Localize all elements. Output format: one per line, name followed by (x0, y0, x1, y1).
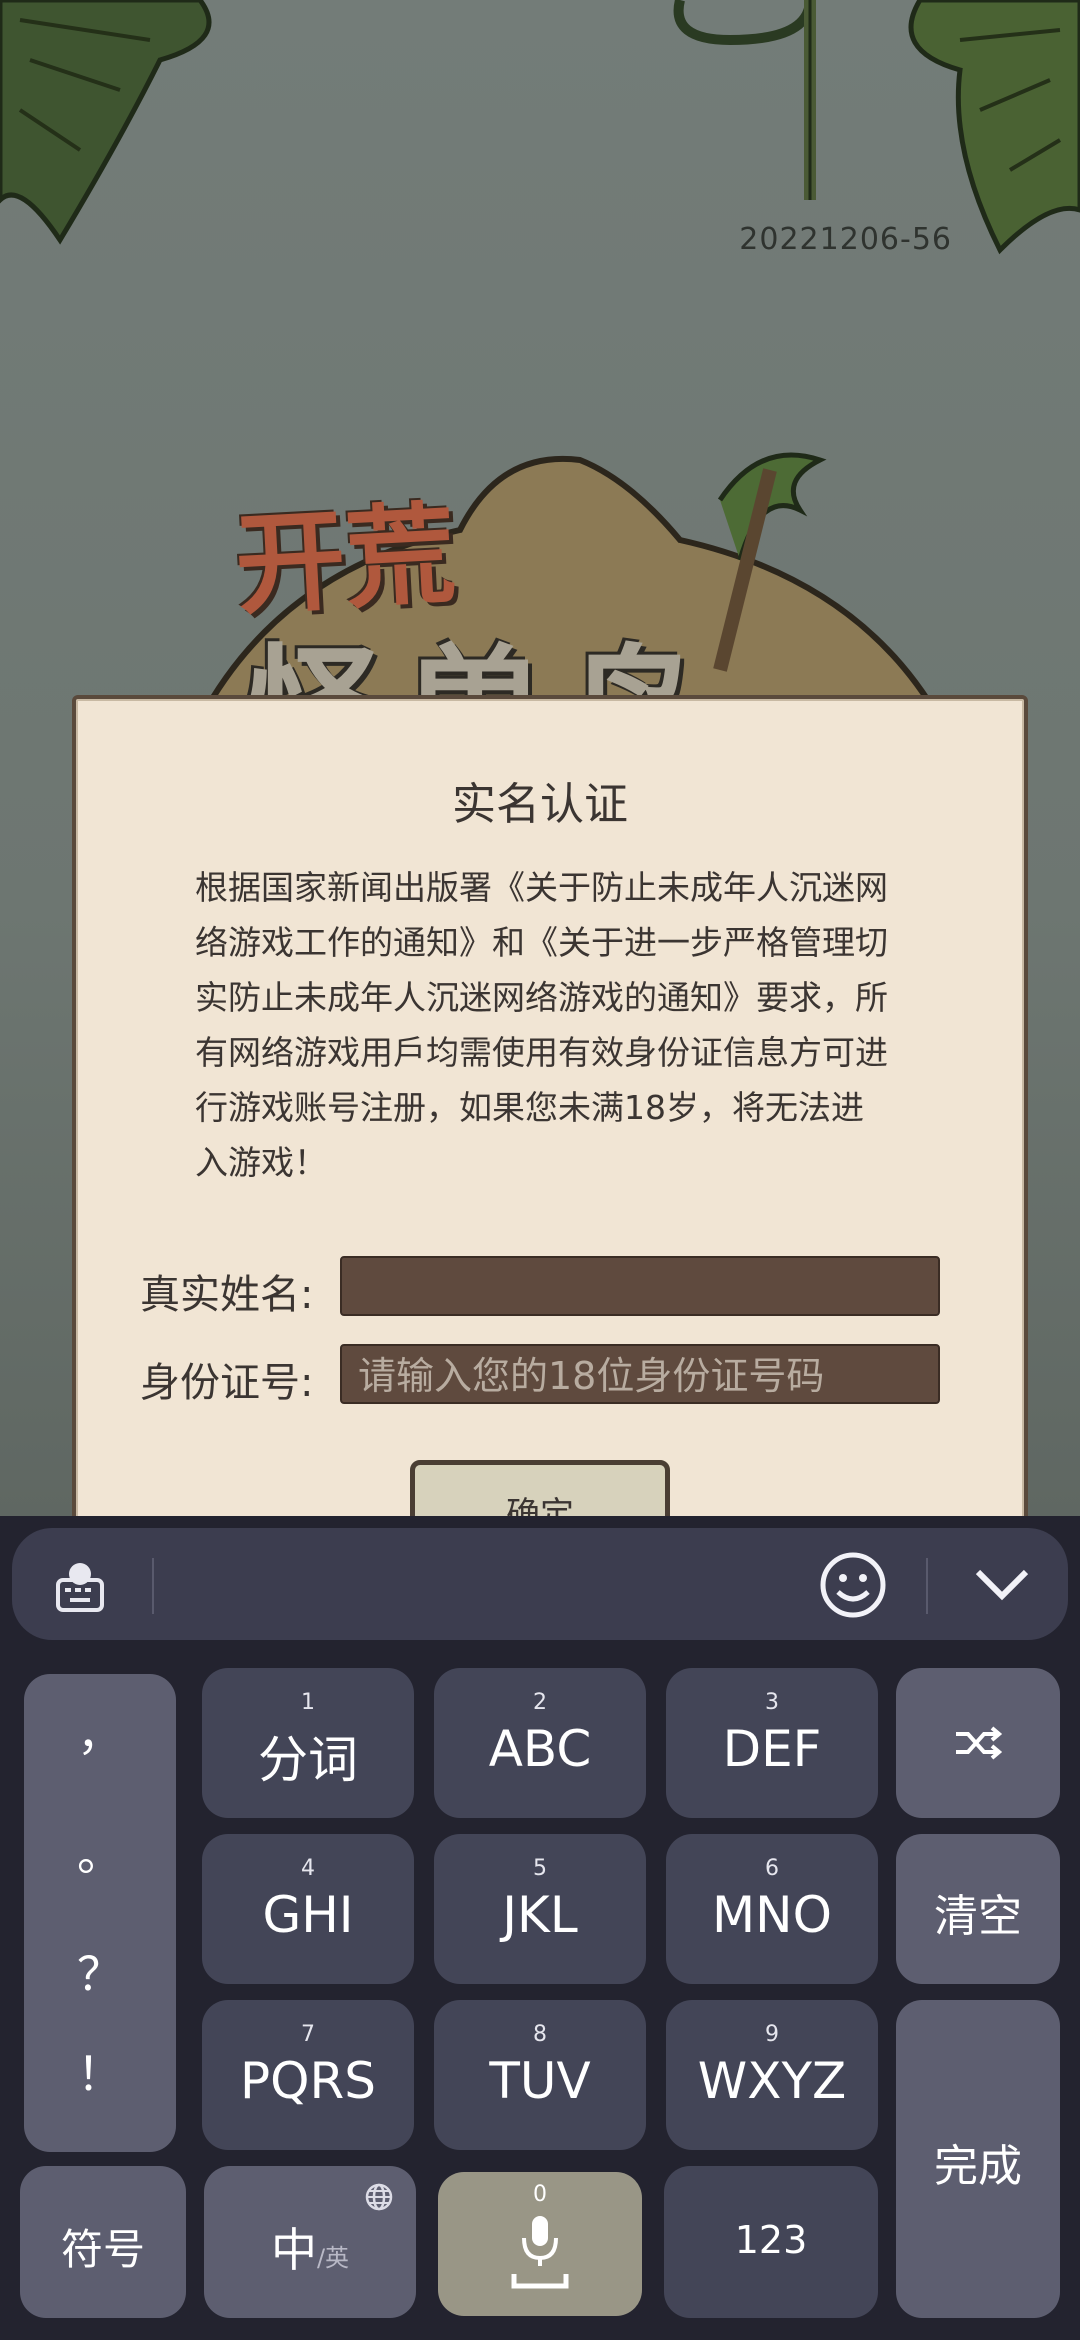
id-number-input[interactable]: 请输入您的18位身份证号码 (340, 1344, 940, 1404)
lang-english-label: /英 (316, 2244, 350, 2272)
punct-period-key[interactable]: 。 (24, 1818, 176, 1938)
shuffle-icon (956, 1726, 1002, 1760)
clear-key[interactable]: 清空 (896, 1834, 1060, 1984)
key-2[interactable]: 2 ABC (434, 1668, 646, 1818)
language-switch-key[interactable]: 中/英 (204, 2166, 416, 2318)
name-label: 真实姓名: (140, 1272, 314, 1318)
name-row: 真实姓名: (140, 1256, 940, 1320)
key-5[interactable]: 5 JKL (434, 1834, 646, 1984)
switch-key[interactable] (896, 1668, 1060, 1818)
punct-question-key[interactable]: ？ (24, 1938, 176, 2038)
key-9[interactable]: 9 WXYZ (666, 2000, 878, 2150)
ime-keyboard: ， 。 ？ ！ 1 分词 2 ABC 3 DEF 4 GHI 5 JKL 6 M… (0, 1516, 1080, 2340)
name-input[interactable] (340, 1256, 940, 1316)
id-row: 身份证号: 请输入您的18位身份证号码 (140, 1344, 940, 1408)
key-1[interactable]: 1 分词 (202, 1668, 414, 1818)
punct-comma-key[interactable]: ， (24, 1698, 176, 1818)
chevron-down-icon[interactable] (972, 1564, 1032, 1604)
symbol-key[interactable]: 符号 (20, 2166, 186, 2318)
dialog-body-text: 根据国家新闻出版署《关于防止未成年人沉迷网络游戏工作的通知》和《关于进一步严格管… (195, 868, 888, 1182)
keyboard-toolbar (12, 1528, 1068, 1640)
toolbar-divider (152, 1558, 154, 1614)
game-background: 20221206-56 开荒 怪兽岛 实名认证 根据国家新闻出版署《关于防止未成… (0, 0, 1080, 1516)
key-8[interactable]: 8 TUV (434, 2000, 646, 2150)
confirm-button[interactable]: 确定 (410, 1460, 670, 1516)
key-6[interactable]: 6 MNO (666, 1834, 878, 1984)
punctuation-column[interactable]: ， 。 ？ ！ (24, 1674, 176, 2152)
vine-decoration (673, 0, 816, 200)
keyboard-globe-icon[interactable] (50, 1558, 110, 1618)
key-7[interactable]: 7 PQRS (202, 2000, 414, 2150)
palm-leaf-left-decoration (0, 0, 212, 245)
done-key[interactable]: 完成 (896, 2000, 1060, 2318)
punct-exclaim-key[interactable]: ！ (24, 2038, 176, 2138)
key-4[interactable]: 4 GHI (202, 1834, 414, 1984)
id-label: 身份证号: (140, 1360, 314, 1406)
emoji-icon[interactable] (818, 1550, 888, 1620)
version-label: 20221206-56 (739, 222, 952, 257)
number-mode-key[interactable]: 123 (664, 2166, 878, 2318)
microphone-icon (511, 2216, 569, 2289)
globe-icon (365, 2183, 393, 2211)
space-voice-key[interactable]: 0 (438, 2172, 642, 2316)
lang-chinese-label: 中 (270, 2223, 317, 2277)
key-3[interactable]: 3 DEF (666, 1668, 878, 1818)
toolbar-divider (926, 1558, 928, 1614)
dialog-title: 实名认证 (452, 779, 628, 830)
